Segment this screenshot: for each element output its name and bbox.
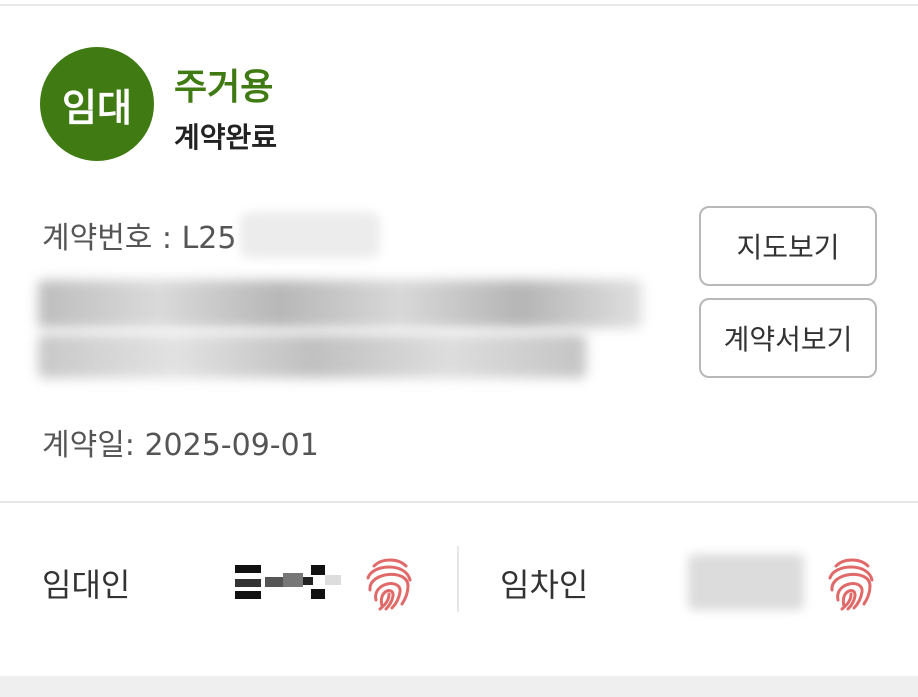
contract-date: 계약일: 2025-09-01 [42, 428, 319, 463]
view-map-button[interactable]: 지도보기 [699, 206, 877, 286]
fingerprint-icon [828, 558, 874, 611]
section-divider [0, 501, 918, 503]
tenant-label: 임차인 [500, 566, 589, 604]
contract-number-redacted [240, 212, 381, 258]
landlord-label: 임대인 [42, 566, 131, 604]
bottom-spacer-bar [0, 676, 918, 697]
tenant-name-redacted [688, 554, 804, 610]
contract-kind-badge: 임대 [40, 47, 154, 161]
party-separator [457, 546, 459, 612]
contract-type: 주거용 [174, 67, 274, 108]
view-contract-button[interactable]: 계약서보기 [699, 298, 877, 378]
fingerprint-icon [366, 558, 412, 611]
contract-number-row: 계약번호 : L25 [42, 212, 381, 258]
contract-status: 계약완료 [174, 121, 278, 154]
contract-number-label: 계약번호 : L25 [42, 221, 237, 256]
address-redacted-line-2 [38, 334, 586, 378]
address-redacted-line-1 [38, 280, 642, 328]
top-divider [0, 4, 918, 6]
landlord-name-redacted [235, 563, 345, 601]
